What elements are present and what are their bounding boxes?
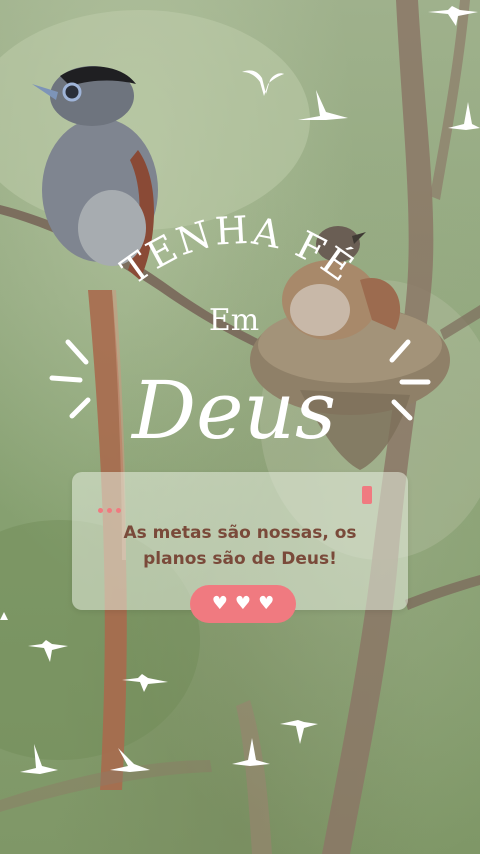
hearts-reaction-button[interactable]: ♥ ♥ ♥ <box>190 585 296 623</box>
flying-bird-icon <box>232 738 270 766</box>
flying-bird-icon <box>242 70 284 96</box>
headline-big-word: Deus <box>130 364 336 457</box>
flying-bird-icon <box>110 748 150 772</box>
flying-bird-icon <box>448 102 480 130</box>
tree-branch <box>405 575 480 610</box>
quote-line-2: planos são de Deus! <box>143 549 337 569</box>
bookmark-icon <box>362 486 372 504</box>
sparkle-right-icon <box>389 339 431 421</box>
flying-bird-icon <box>298 90 348 120</box>
headline-arc-text: TENHA FÉ <box>113 208 363 294</box>
flying-bird-icon <box>0 612 8 620</box>
heart-icon: ♥ <box>234 593 252 614</box>
headline-small-word: Em <box>209 303 259 338</box>
heart-icon: ♥ <box>211 593 228 614</box>
heart-icon: ♥ <box>258 593 275 614</box>
tree-branch <box>236 700 272 854</box>
flying-bird-icon <box>122 674 168 692</box>
quote-text: As metas são nossas, os planos são de De… <box>90 520 390 572</box>
flying-bird-icon <box>28 640 68 662</box>
sparkle-left-icon <box>49 339 91 419</box>
headline-arc-textpath: TENHA FÉ <box>113 208 361 294</box>
flying-bird-icon <box>428 6 478 26</box>
story-canvas: TENHA FÉ Em Deus As metas são nossas, os… <box>0 0 480 854</box>
flying-bird-icon <box>280 720 318 744</box>
quote-line-1: As metas são nossas, os <box>123 523 357 543</box>
flying-bird-icon <box>20 744 58 774</box>
card-dots <box>98 500 125 518</box>
